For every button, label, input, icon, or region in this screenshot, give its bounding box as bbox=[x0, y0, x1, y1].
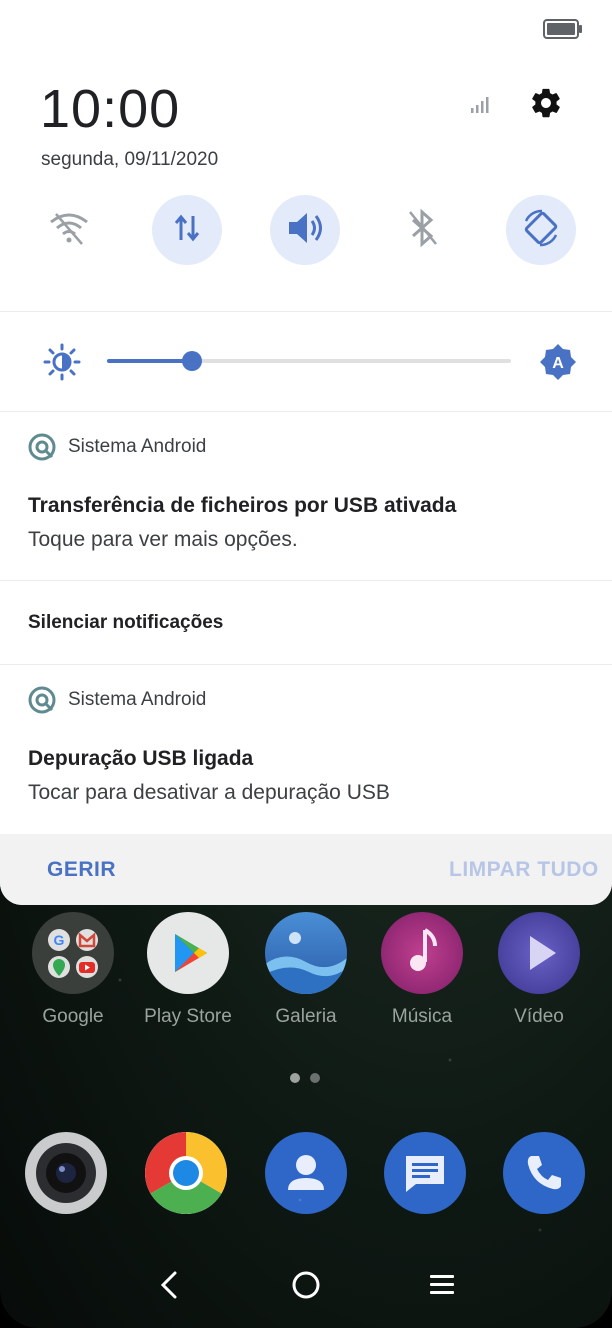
silence-notifications-header: Silenciar notificações bbox=[28, 612, 224, 633]
app-play-store[interactable]: Play Store bbox=[138, 912, 238, 1028]
bluetooth-toggle[interactable] bbox=[388, 195, 458, 265]
back-icon[interactable] bbox=[152, 1267, 188, 1303]
sound-icon bbox=[285, 210, 325, 251]
date: segunda, 09/11/2020 bbox=[41, 149, 219, 170]
play-store-icon bbox=[147, 912, 229, 994]
divider bbox=[0, 311, 612, 312]
notification-text[interactable]: Toque para ver mais opções. bbox=[28, 528, 298, 552]
music-icon bbox=[381, 912, 463, 994]
notification-app-header: Sistema Android bbox=[28, 432, 206, 462]
notification-title[interactable]: Depuração USB ligada bbox=[28, 747, 253, 771]
brightness-slider-fill bbox=[107, 359, 192, 363]
notification-shade: 10:00 segunda, 09/11/2020 A Sistema Andr… bbox=[0, 0, 612, 905]
mobile-data-toggle[interactable] bbox=[152, 195, 222, 265]
camera-icon[interactable] bbox=[25, 1132, 107, 1214]
home-app-row: G Google Play Store Galeria Música Vídeo bbox=[0, 912, 612, 1032]
wifi-icon bbox=[48, 210, 90, 251]
recents-icon[interactable] bbox=[424, 1267, 460, 1303]
app-label: Galeria bbox=[275, 1006, 337, 1027]
contacts-icon[interactable] bbox=[265, 1132, 347, 1214]
navigation-bar bbox=[0, 1255, 612, 1315]
clock: 10:00 bbox=[40, 79, 181, 139]
app-video[interactable]: Vídeo bbox=[489, 912, 589, 1028]
clear-all-button[interactable]: LIMPAR TUDO bbox=[449, 858, 599, 882]
google-folder-icon: G bbox=[32, 912, 114, 994]
android-system-icon bbox=[28, 433, 56, 461]
phone-icon[interactable] bbox=[503, 1132, 585, 1214]
app-gallery[interactable]: Galeria bbox=[256, 912, 356, 1028]
notification-app-name: Sistema Android bbox=[68, 436, 207, 457]
app-label: Google bbox=[42, 1006, 104, 1027]
app-label: Música bbox=[391, 1006, 453, 1027]
page-indicator bbox=[290, 1073, 320, 1083]
svg-text:G: G bbox=[54, 932, 65, 948]
sound-toggle[interactable] bbox=[270, 195, 340, 265]
video-icon bbox=[498, 912, 580, 994]
gear-icon[interactable] bbox=[529, 86, 563, 120]
divider bbox=[0, 664, 612, 665]
notification-app-header: Sistema Android bbox=[28, 685, 206, 715]
page-dot bbox=[310, 1073, 320, 1083]
page-dot bbox=[290, 1073, 300, 1083]
gallery-icon bbox=[265, 912, 347, 994]
chrome-icon[interactable] bbox=[145, 1132, 227, 1214]
app-label: Vídeo bbox=[514, 1006, 564, 1027]
messages-icon[interactable] bbox=[384, 1132, 466, 1214]
auto-brightness-icon[interactable]: A bbox=[538, 342, 578, 382]
notification-text[interactable]: Tocar para desativar a depuração USB bbox=[28, 781, 390, 805]
divider bbox=[0, 580, 612, 581]
auto-brightness-letter: A bbox=[552, 355, 564, 372]
notification-title[interactable]: Transferência de ficheiros por USB ativa… bbox=[28, 494, 456, 518]
signal-icon bbox=[470, 96, 492, 114]
auto-rotate-toggle[interactable] bbox=[506, 195, 576, 265]
android-system-icon bbox=[28, 686, 56, 714]
auto-rotate-icon bbox=[520, 207, 562, 254]
battery-icon bbox=[543, 18, 583, 40]
app-music[interactable]: Música bbox=[372, 912, 472, 1028]
notification-footer: GERIR LIMPAR TUDO bbox=[0, 834, 612, 905]
brightness-icon bbox=[43, 343, 81, 381]
notification-app-name: Sistema Android bbox=[68, 689, 207, 710]
manage-button[interactable]: GERIR bbox=[47, 858, 116, 882]
home-icon[interactable] bbox=[288, 1267, 324, 1303]
app-google[interactable]: G Google bbox=[23, 912, 123, 1028]
bluetooth-icon bbox=[406, 208, 440, 253]
divider bbox=[0, 411, 612, 412]
brightness-slider-thumb[interactable] bbox=[181, 351, 202, 371]
mobile-data-icon bbox=[173, 212, 201, 249]
dock bbox=[0, 1132, 612, 1216]
wifi-toggle[interactable] bbox=[34, 195, 104, 265]
app-label: Play Store bbox=[144, 1006, 232, 1027]
